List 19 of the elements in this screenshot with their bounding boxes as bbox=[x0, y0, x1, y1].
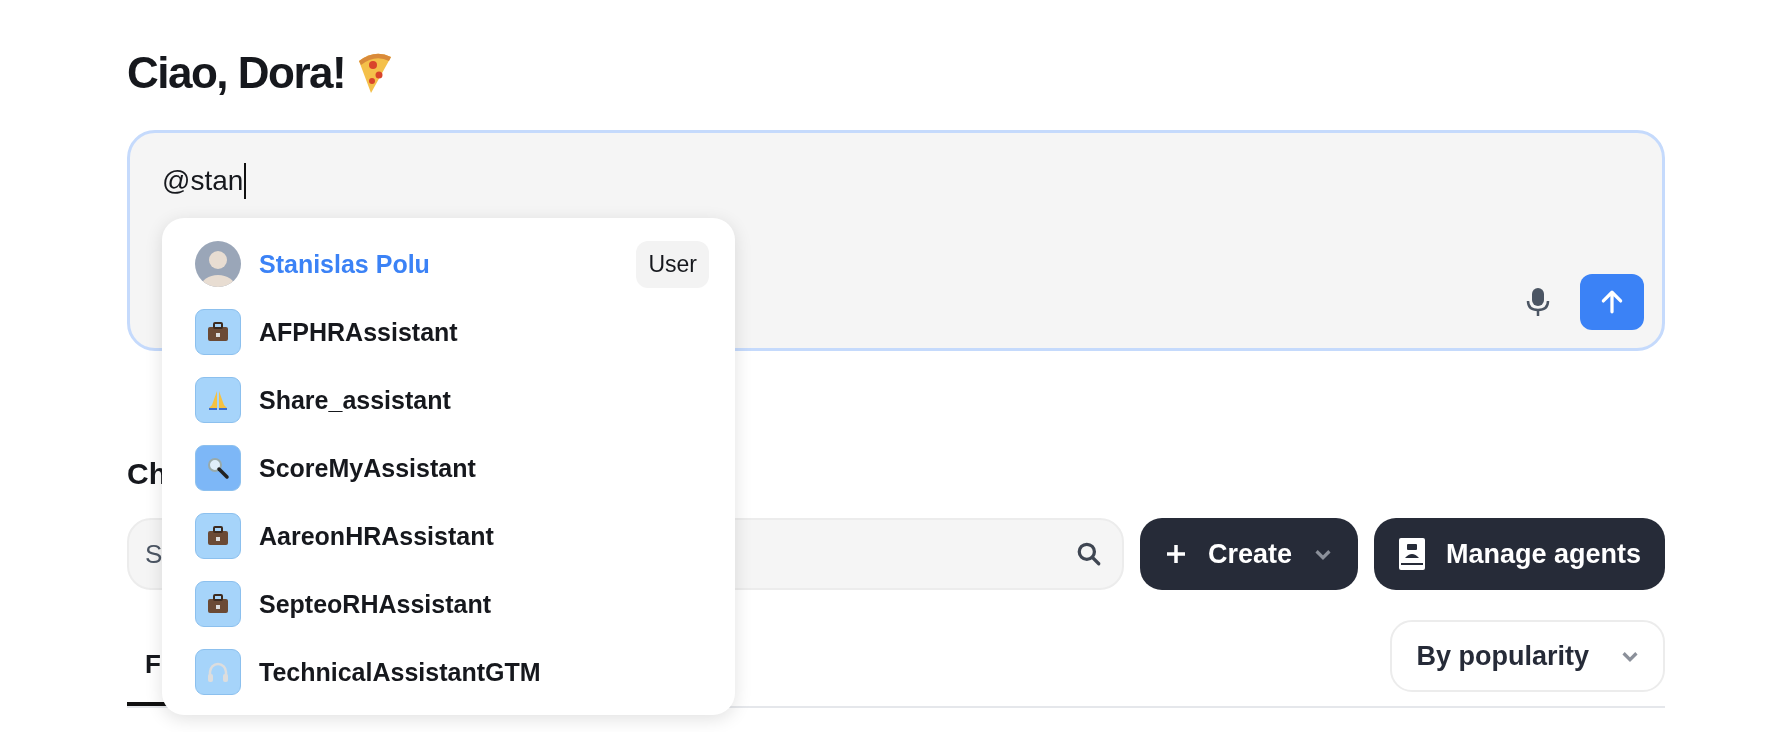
sort-dropdown[interactable]: By popularity bbox=[1390, 620, 1665, 692]
avatar-icon bbox=[195, 241, 241, 287]
robot-book-icon bbox=[1397, 537, 1426, 571]
input-text: @stan bbox=[162, 165, 244, 197]
text-cursor bbox=[244, 163, 247, 199]
mention-item[interactable]: TechnicalAssistantGTM bbox=[162, 638, 735, 706]
microphone-icon[interactable] bbox=[1526, 287, 1550, 317]
arrow-up-icon bbox=[1599, 289, 1625, 315]
mention-item[interactable]: SepteoRHAssistant bbox=[162, 570, 735, 638]
manage-agents-button[interactable]: Manage agents bbox=[1373, 518, 1665, 590]
user-tag: User bbox=[636, 240, 709, 288]
greeting: Ciao, Dora! bbox=[127, 48, 346, 98]
send-button[interactable] bbox=[1580, 274, 1644, 330]
mention-item[interactable]: Stanislas Polu User bbox=[162, 230, 735, 298]
mention-item[interactable]: Share_assistant bbox=[162, 366, 735, 434]
search-icon bbox=[1075, 541, 1102, 567]
mention-item[interactable]: ScoreMyAssistant bbox=[162, 434, 735, 502]
create-button[interactable]: Create bbox=[1139, 518, 1358, 590]
mention-item[interactable]: AareonHRAssistant bbox=[162, 502, 735, 570]
